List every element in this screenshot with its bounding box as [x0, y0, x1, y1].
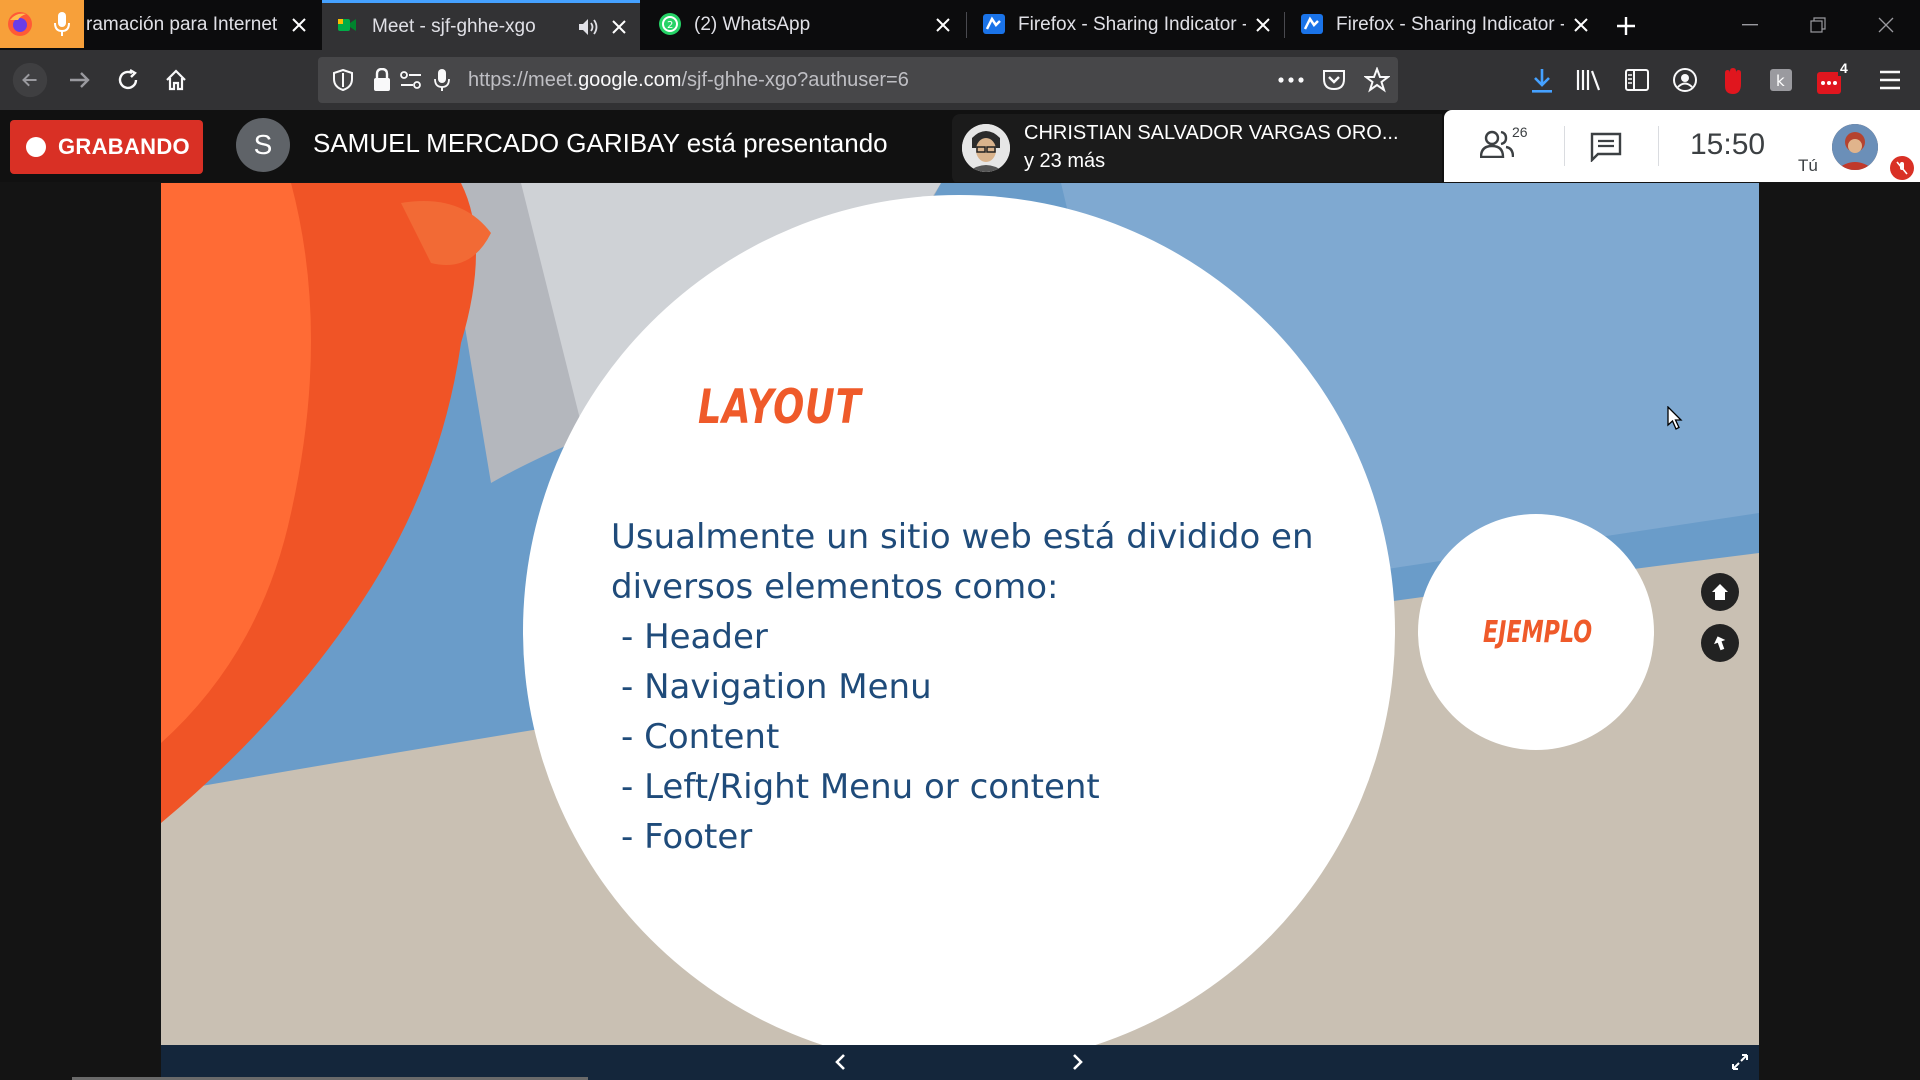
- hamburger-menu-icon[interactable]: [1878, 70, 1902, 90]
- meet-controls-panel: 26 15:50 Tú: [1444, 110, 1920, 182]
- svg-text:k: k: [1776, 72, 1785, 90]
- tab-sharing-indicator-2[interactable]: Firefox - Sharing Indicator - C: [1286, 0, 1602, 50]
- slide-back-button[interactable]: [1701, 624, 1739, 662]
- example-label: EJEMPLO: [1483, 615, 1593, 650]
- slide-body: Usualmente un sitio web está dividido en…: [611, 512, 1314, 862]
- recording-dot-icon: [26, 137, 46, 157]
- extension-block-icon[interactable]: [1720, 67, 1746, 95]
- participant-more: y 23 más: [1024, 150, 1106, 172]
- tab-title: Firefox - Sharing Indicator - C: [1336, 14, 1564, 35]
- meet-top-bar: GRABANDO S SAMUEL MERCADO GARIBAY está p…: [0, 110, 1920, 184]
- presenter-avatar: S: [236, 118, 290, 172]
- presentation-nav-bar: [161, 1045, 1759, 1080]
- tab-meet[interactable]: Meet - sjf-ghhe-xgo: [322, 0, 640, 50]
- close-window-button[interactable]: [1866, 10, 1906, 40]
- url-text: https://meet.google.com/sjf-ghhe-xgo?aut…: [468, 57, 909, 103]
- people-count: 26: [1512, 124, 1528, 140]
- previous-slide-icon[interactable]: [833, 1053, 847, 1071]
- download-icon[interactable]: [1530, 68, 1554, 94]
- forward-button[interactable]: [62, 62, 98, 98]
- svg-text:2: 2: [667, 20, 673, 31]
- tab-internet[interactable]: ramación para Internet: [84, 0, 320, 50]
- firefox-logo-icon: [0, 0, 40, 48]
- browser-tab-strip: ramación para Internet Meet - sjf-ghhe-x…: [0, 0, 1920, 50]
- close-icon[interactable]: [608, 16, 630, 38]
- slide-list-item: - Left/Right Menu or content: [621, 767, 1100, 807]
- extension-badge-count: 4: [1838, 60, 1850, 76]
- divider: [1564, 126, 1565, 166]
- recording-label: GRABANDO: [58, 134, 190, 159]
- tab-whatsapp[interactable]: 2 (2) WhatsApp: [644, 0, 964, 50]
- people-icon[interactable]: [1480, 130, 1514, 158]
- slide-list-item: - Content: [621, 717, 780, 757]
- next-slide-icon[interactable]: [1071, 1053, 1085, 1071]
- lock-icon[interactable]: [372, 68, 392, 92]
- reload-button[interactable]: [110, 62, 146, 98]
- mouse-cursor-icon: [1667, 406, 1683, 430]
- close-icon[interactable]: [288, 14, 310, 36]
- home-button[interactable]: [158, 62, 194, 98]
- speaker-icon[interactable]: [578, 15, 602, 39]
- sidebar-icon[interactable]: [1624, 68, 1650, 92]
- microphone-icon[interactable]: [434, 68, 450, 92]
- presenting-text: SAMUEL MERCADO GARIBAY está presentando: [313, 128, 888, 158]
- pocket-icon[interactable]: [1322, 68, 1346, 92]
- minimize-button[interactable]: [1730, 10, 1770, 40]
- tab-title: Firefox - Sharing Indicator - C: [1018, 14, 1246, 35]
- tab-title: ramación para Internet: [86, 14, 278, 35]
- divider: [1658, 126, 1659, 166]
- restore-button[interactable]: [1798, 10, 1838, 40]
- tab-title: (2) WhatsApp: [694, 14, 811, 35]
- self-label: Tú: [1798, 156, 1818, 175]
- tab-separator: [1284, 12, 1285, 38]
- slide-list-item: - Header: [621, 617, 768, 657]
- page-actions-icon[interactable]: [1278, 77, 1304, 83]
- microphone-sharing-icon[interactable]: [40, 0, 84, 48]
- url-domain: google.com: [578, 69, 682, 91]
- tab-sharing-indicator-1[interactable]: Firefox - Sharing Indicator - C: [968, 0, 1284, 50]
- slide-title: LAYOUT: [698, 380, 862, 435]
- chat-icon[interactable]: [1590, 132, 1622, 162]
- permissions-icon[interactable]: [400, 70, 422, 90]
- library-icon[interactable]: [1576, 68, 1602, 92]
- tab-title: Meet - sjf-ghhe-xgo: [372, 15, 536, 37]
- url-prefix: https://meet.: [468, 69, 579, 91]
- tab-separator: [966, 12, 967, 38]
- new-tab-button[interactable]: [1612, 12, 1640, 40]
- meet-icon: [336, 14, 362, 40]
- shield-icon[interactable]: [332, 69, 354, 91]
- sharing-indicator-icon: [982, 12, 1008, 38]
- slide-list-item: - Footer: [621, 817, 753, 857]
- slide-intro-line: Usualmente un sitio web está dividido en: [611, 517, 1314, 557]
- participant-preview[interactable]: CHRISTIAN SALVADOR VARGAS ORO... y 23 má…: [952, 114, 1442, 184]
- meeting-clock: 15:50: [1690, 128, 1766, 161]
- slide-home-button[interactable]: [1701, 573, 1739, 611]
- slide-intro-line: diversos elementos como:: [611, 567, 1059, 607]
- account-icon[interactable]: [1672, 67, 1698, 93]
- close-icon[interactable]: [1570, 14, 1592, 36]
- participant-avatar: [962, 124, 1010, 172]
- participant-name: CHRISTIAN SALVADOR VARGAS ORO...: [1024, 122, 1399, 144]
- close-icon[interactable]: [932, 14, 954, 36]
- self-avatar[interactable]: [1832, 124, 1878, 170]
- extension-puzzle-icon[interactable]: k: [1768, 67, 1794, 93]
- back-button[interactable]: [12, 62, 48, 98]
- url-path: /sjf-ghhe-xgo?authuser=6: [681, 69, 909, 91]
- sharing-indicator-icon: [1300, 12, 1326, 38]
- muted-mic-icon: [1890, 156, 1914, 180]
- recording-button[interactable]: GRABANDO: [10, 120, 203, 174]
- url-bar[interactable]: https://meet.google.com/sjf-ghhe-xgo?aut…: [318, 57, 1398, 103]
- extension-badge-icon[interactable]: 4: [1816, 60, 1850, 96]
- close-icon[interactable]: [1252, 14, 1274, 36]
- bookmark-star-icon[interactable]: [1364, 67, 1390, 93]
- fullscreen-icon[interactable]: [1731, 1053, 1749, 1071]
- whatsapp-icon: 2: [658, 12, 684, 38]
- slide-list-item: - Navigation Menu: [621, 667, 932, 707]
